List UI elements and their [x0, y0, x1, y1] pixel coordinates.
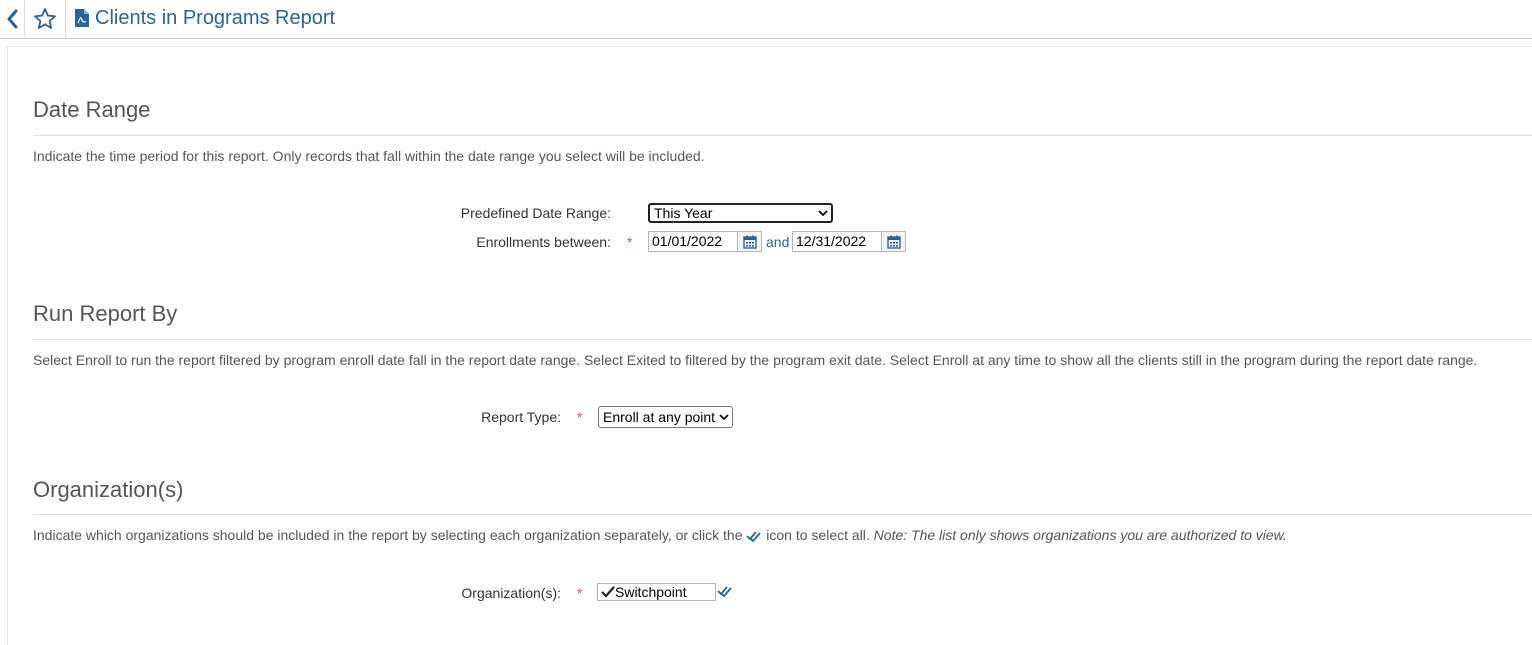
required-marker: *: [577, 585, 583, 601]
section-divider: [33, 514, 1532, 515]
toolbar-divider: [65, 0, 66, 37]
chevron-down-icon: [719, 414, 729, 421]
required-marker: *: [627, 234, 633, 250]
report-type-select[interactable]: Enroll at any point: [598, 406, 733, 428]
report-type-value: Enroll at any point: [603, 409, 716, 425]
run-report-by-heading: Run Report By: [33, 301, 178, 326]
start-date-calendar-button[interactable]: [738, 231, 762, 252]
favorite-button[interactable]: [25, 0, 65, 37]
required-marker: *: [577, 409, 583, 425]
enrollments-between-label: Enrollments between:: [476, 234, 611, 250]
organizations-description-text-after: icon to select all.: [766, 527, 870, 543]
top-toolbar: Clients in Programs Report: [0, 0, 1532, 39]
section-divider: [33, 339, 1532, 340]
chevron-left-icon: [7, 9, 18, 28]
back-button[interactable]: [0, 0, 24, 37]
checkmark-icon: [601, 586, 615, 598]
organizations-description: Indicate which organizations should be i…: [33, 527, 1287, 543]
date-range-description: Indicate the time period for this report…: [33, 148, 705, 164]
organizations-description-note: Note: The list only shows organizations …: [873, 527, 1287, 543]
and-label: and: [766, 234, 790, 250]
predefined-date-range-label: Predefined Date Range:: [460, 205, 611, 221]
predefined-date-range-select[interactable]: This Year: [648, 203, 833, 223]
page-title: Clients in Programs Report: [95, 7, 336, 29]
organizations-heading: Organization(s): [33, 477, 184, 502]
predefined-date-range-value: This Year: [654, 205, 713, 221]
star-outline-icon: [34, 7, 56, 29]
calendar-icon: [886, 235, 901, 249]
run-report-by-description: Select Enroll to run the report filtered…: [33, 352, 1478, 368]
end-date-input[interactable]: 12/31/2022: [792, 231, 882, 252]
organization-list-item[interactable]: Switchpoint: [597, 583, 716, 601]
section-divider: [33, 135, 1532, 136]
end-date-calendar-button[interactable]: [882, 231, 906, 252]
report-type-label: Report Type:: [481, 409, 561, 425]
pdf-file-icon: [75, 9, 89, 27]
double-check-icon: [746, 531, 762, 543]
select-all-icon[interactable]: [717, 585, 733, 598]
organization-name: Switchpoint: [615, 584, 687, 600]
chevron-down-icon: [818, 210, 828, 217]
organizations-label: Organization(s):: [461, 585, 561, 601]
date-range-heading: Date Range: [33, 97, 151, 122]
organizations-description-text: Indicate which organizations should be i…: [33, 527, 743, 543]
start-date-input[interactable]: 01/01/2022: [648, 231, 738, 252]
calendar-icon: [742, 235, 757, 249]
